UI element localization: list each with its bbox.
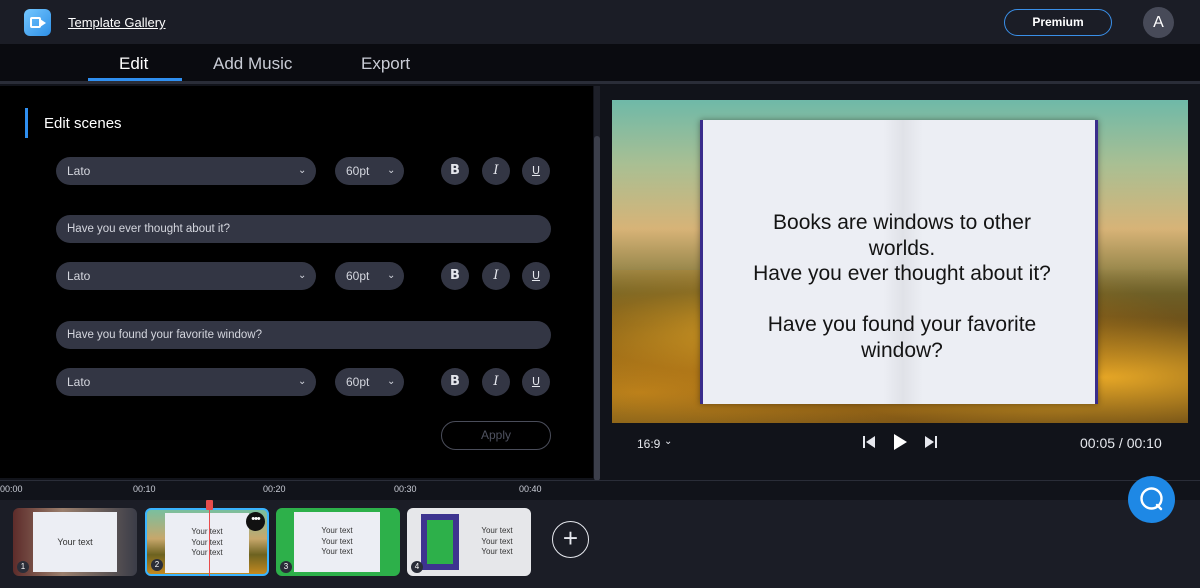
scene-number: 1	[17, 561, 29, 573]
chat-support-button[interactable]	[1128, 476, 1175, 523]
preview-text-line: Have you ever thought about it?	[753, 262, 1051, 285]
font-select[interactable]: Lato ⌄	[56, 262, 316, 290]
preview-text-line: Books are windows to other	[773, 211, 1031, 234]
book-page-card: Books are windows to other worlds. Have …	[700, 120, 1098, 404]
scene-frame-inner	[427, 520, 453, 564]
timeline-tick: 00:30	[394, 484, 417, 494]
scene-card: Your text Your text Your text	[294, 512, 380, 572]
scene-text-field[interactable]: Have you ever thought about it?	[56, 215, 551, 243]
chevron-down-icon: ⌄	[387, 270, 396, 281]
app-logo-icon[interactable]	[24, 9, 51, 36]
bold-button[interactable]: B	[441, 368, 469, 396]
scene-card-text: Your text	[191, 548, 223, 557]
italic-button[interactable]: I	[482, 157, 510, 185]
scene-thumbnail-3[interactable]: Your text Your text Your text 3	[276, 508, 400, 576]
avatar[interactable]: A	[1143, 7, 1174, 38]
scene-card-text: Your text	[481, 536, 513, 546]
scene-card-text: Your text	[321, 536, 353, 546]
font-select-value: Lato	[67, 375, 91, 389]
active-tab-indicator	[88, 78, 182, 81]
tab-export[interactable]: Export	[361, 54, 410, 74]
timecode: 00:05 / 00:10	[1080, 435, 1162, 451]
size-select-value: 60pt	[346, 164, 370, 178]
font-select[interactable]: Lato ⌄	[56, 157, 316, 185]
premium-button[interactable]: Premium	[1004, 9, 1112, 36]
italic-button[interactable]: I	[482, 262, 510, 290]
size-select-value: 60pt	[346, 269, 370, 283]
size-select[interactable]: 60pt ⌄	[335, 157, 404, 185]
tab-add-music[interactable]: Add Music	[213, 54, 292, 74]
template-gallery-link[interactable]: Template Gallery	[68, 15, 166, 30]
chevron-down-icon: ⌄	[298, 165, 307, 176]
bold-button[interactable]: B	[441, 157, 469, 185]
skip-forward-icon[interactable]	[924, 435, 938, 449]
scene-card: Your text	[33, 512, 117, 572]
edit-scenes-panel: Edit scenes Lato ⌄ 60pt ⌄ B I U Have you…	[0, 86, 593, 478]
underline-button[interactable]: U	[522, 368, 550, 396]
chevron-down-icon: ⌄	[298, 376, 307, 387]
bold-button[interactable]: B	[441, 262, 469, 290]
size-select-value: 60pt	[346, 375, 370, 389]
size-select[interactable]: 60pt ⌄	[335, 262, 404, 290]
tab-edit[interactable]: Edit	[119, 54, 148, 74]
chevron-down-icon: ⌄	[387, 376, 396, 387]
italic-button[interactable]: I	[482, 368, 510, 396]
scene-card-text: Your text	[191, 537, 223, 547]
chevron-down-icon: ⌄	[387, 165, 396, 176]
edit-scenes-title: Edit scenes	[44, 115, 122, 132]
font-select-value: Lato	[67, 269, 91, 283]
playhead-line	[209, 508, 210, 576]
scene-card-text: Your text	[321, 547, 353, 556]
scene-card: Your text Your text Your text	[469, 526, 525, 558]
chevron-down-icon: ⌄	[298, 270, 307, 281]
scene-text-field[interactable]: Have you found your favorite window?	[56, 321, 551, 349]
aspect-ratio-select[interactable]: 16:9	[637, 437, 660, 451]
timeline-tick: 00:40	[519, 484, 542, 494]
skip-back-icon[interactable]	[862, 435, 876, 449]
scene-card-text: Your text	[481, 547, 513, 556]
underline-button[interactable]: U	[522, 262, 550, 290]
scene-card-text: Your text	[481, 526, 513, 535]
add-scene-button[interactable]: +	[552, 521, 589, 558]
preview-text-line: window?	[861, 339, 943, 362]
camera-shape	[40, 19, 46, 27]
scene-number: 3	[280, 561, 292, 573]
font-select-value: Lato	[67, 164, 91, 178]
scene-card-text: Your text	[57, 537, 93, 547]
timeline-tick: 00:20	[263, 484, 286, 494]
scene-number: 4	[411, 561, 423, 573]
font-select[interactable]: Lato ⌄	[56, 368, 316, 396]
timeline-ruler[interactable]	[0, 480, 1200, 500]
section-accent	[25, 108, 28, 138]
timeline-tick: 00:00	[0, 484, 23, 494]
scene-thumbnail-1[interactable]: Your text 1	[13, 508, 137, 576]
top-bar: Template Gallery Premium A	[0, 0, 1200, 44]
scene-number: 2	[151, 559, 163, 571]
more-options-icon[interactable]: •••	[246, 512, 265, 531]
play-icon[interactable]	[891, 433, 909, 451]
scene-thumbnail-4[interactable]: Your text Your text Your text 4	[407, 508, 531, 576]
underline-button[interactable]: U	[522, 157, 550, 185]
size-select[interactable]: 60pt ⌄	[335, 368, 404, 396]
timeline-tick: 00:10	[133, 484, 156, 494]
preview-text-line: Have you found your favorite	[767, 313, 1037, 336]
scene-card-text: Your text	[321, 526, 353, 535]
chat-bubble-icon	[1140, 487, 1163, 511]
scene-frame	[421, 514, 459, 570]
video-preview[interactable]: Books are windows to other worlds. Have …	[612, 100, 1188, 423]
preview-text-line: worlds.	[868, 237, 936, 260]
scene-card-text: Your text	[191, 527, 223, 536]
scene-card: Your text Your text Your text	[165, 513, 249, 573]
apply-button[interactable]: Apply	[441, 421, 551, 450]
tab-bar: Edit Add Music Export	[0, 44, 1200, 84]
chevron-down-icon[interactable]: ⌄	[664, 436, 672, 447]
